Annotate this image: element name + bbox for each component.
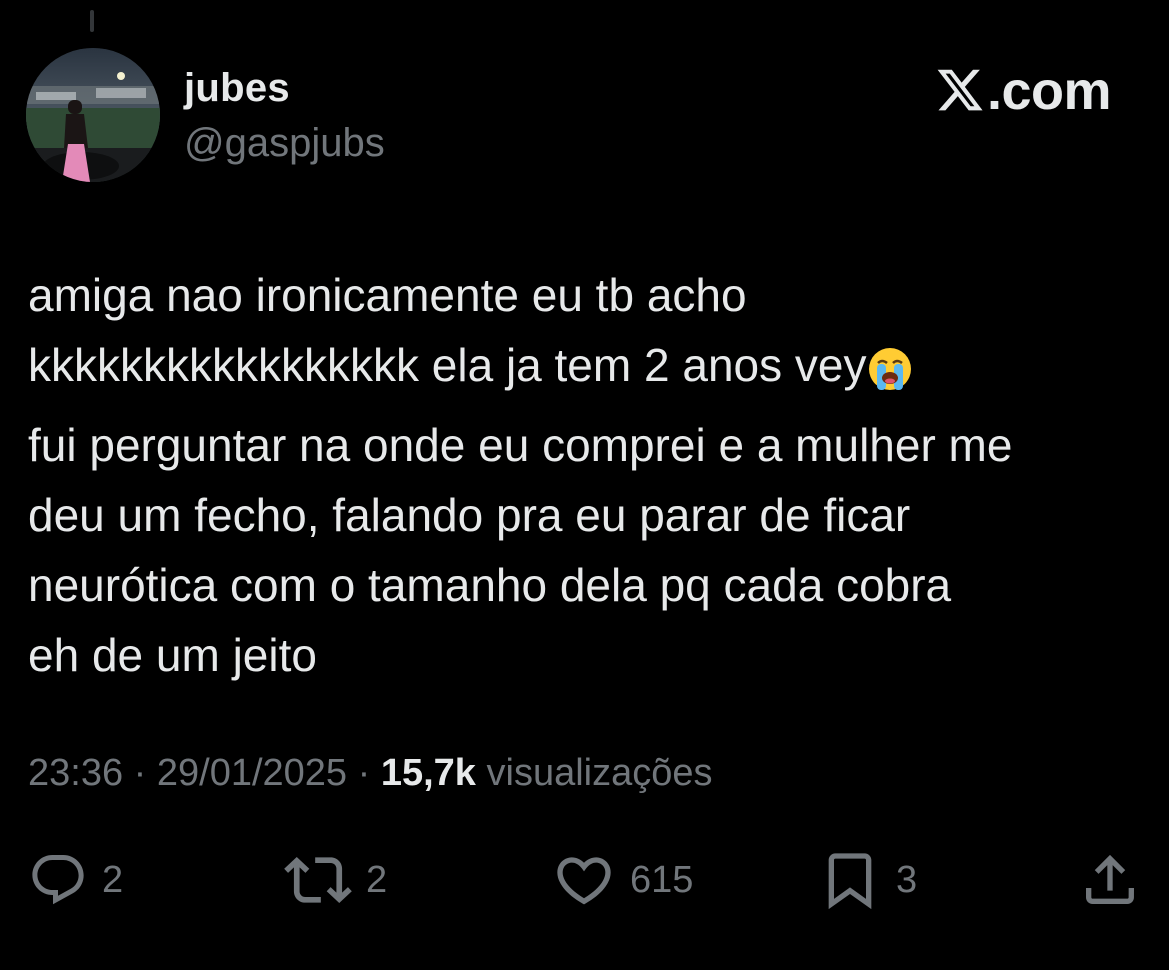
repost-icon [284, 846, 352, 914]
reply-count: 2 [102, 858, 124, 901]
repost-count: 2 [366, 858, 388, 901]
avatar[interactable] [26, 48, 160, 182]
loudly-crying-face-icon [868, 340, 912, 410]
repost-button[interactable]: 2 [284, 848, 387, 912]
meta-separator: · [347, 752, 381, 794]
meta-separator: · [123, 752, 157, 794]
views-count[interactable]: 15,7k [381, 752, 476, 794]
share-icon [1078, 848, 1142, 912]
tweet-line: neurótica com o tamanho dela pq cada cob… [28, 559, 952, 611]
views-label: visualizações [475, 752, 713, 794]
tweet-line: fui perguntar na onde eu comprei e a mul… [28, 419, 1013, 471]
x-logo-icon [935, 65, 985, 128]
reply-button[interactable]: 2 [28, 848, 123, 912]
heart-icon [552, 848, 616, 912]
reply-icon [28, 850, 88, 910]
tweet-line: eh de um jeito [28, 629, 317, 681]
thread-connector-line [90, 10, 94, 32]
display-name[interactable]: jubes [184, 66, 290, 111]
brand-text: .com [986, 61, 1112, 121]
post-time[interactable]: 23:36 [28, 752, 123, 794]
tweet-line-with-emoji: kkkkkkkkkkkkkkkkk ela ja tem 2 anos vey [28, 330, 1138, 410]
bookmark-count: 3 [896, 858, 918, 901]
user-handle[interactable]: @gaspjubs [184, 121, 385, 166]
action-bar: 2 2 615 3 [0, 848, 1169, 912]
tweet-line: kkkkkkkkkkkkkkkkk ela ja tem 2 anos vey [28, 339, 867, 391]
tweet-text: amiga nao ironicamente eu tb acho kkkkkk… [28, 260, 1138, 690]
tweet-metadata: 23:36 · 29/01/2025 · 15,7k visualizações [28, 752, 713, 795]
brand-watermark: .com [935, 60, 1112, 128]
tweet-line: deu um fecho, falando pra eu parar de fi… [28, 489, 911, 541]
bookmark-button[interactable]: 3 [818, 848, 917, 912]
avatar-photo [26, 48, 160, 182]
bookmark-icon [818, 848, 882, 912]
post-date[interactable]: 29/01/2025 [157, 752, 347, 794]
like-button[interactable]: 615 [552, 848, 693, 912]
like-count: 615 [630, 858, 694, 901]
tweet-line: amiga nao ironicamente eu tb acho [28, 269, 747, 321]
share-button[interactable] [1078, 848, 1142, 912]
